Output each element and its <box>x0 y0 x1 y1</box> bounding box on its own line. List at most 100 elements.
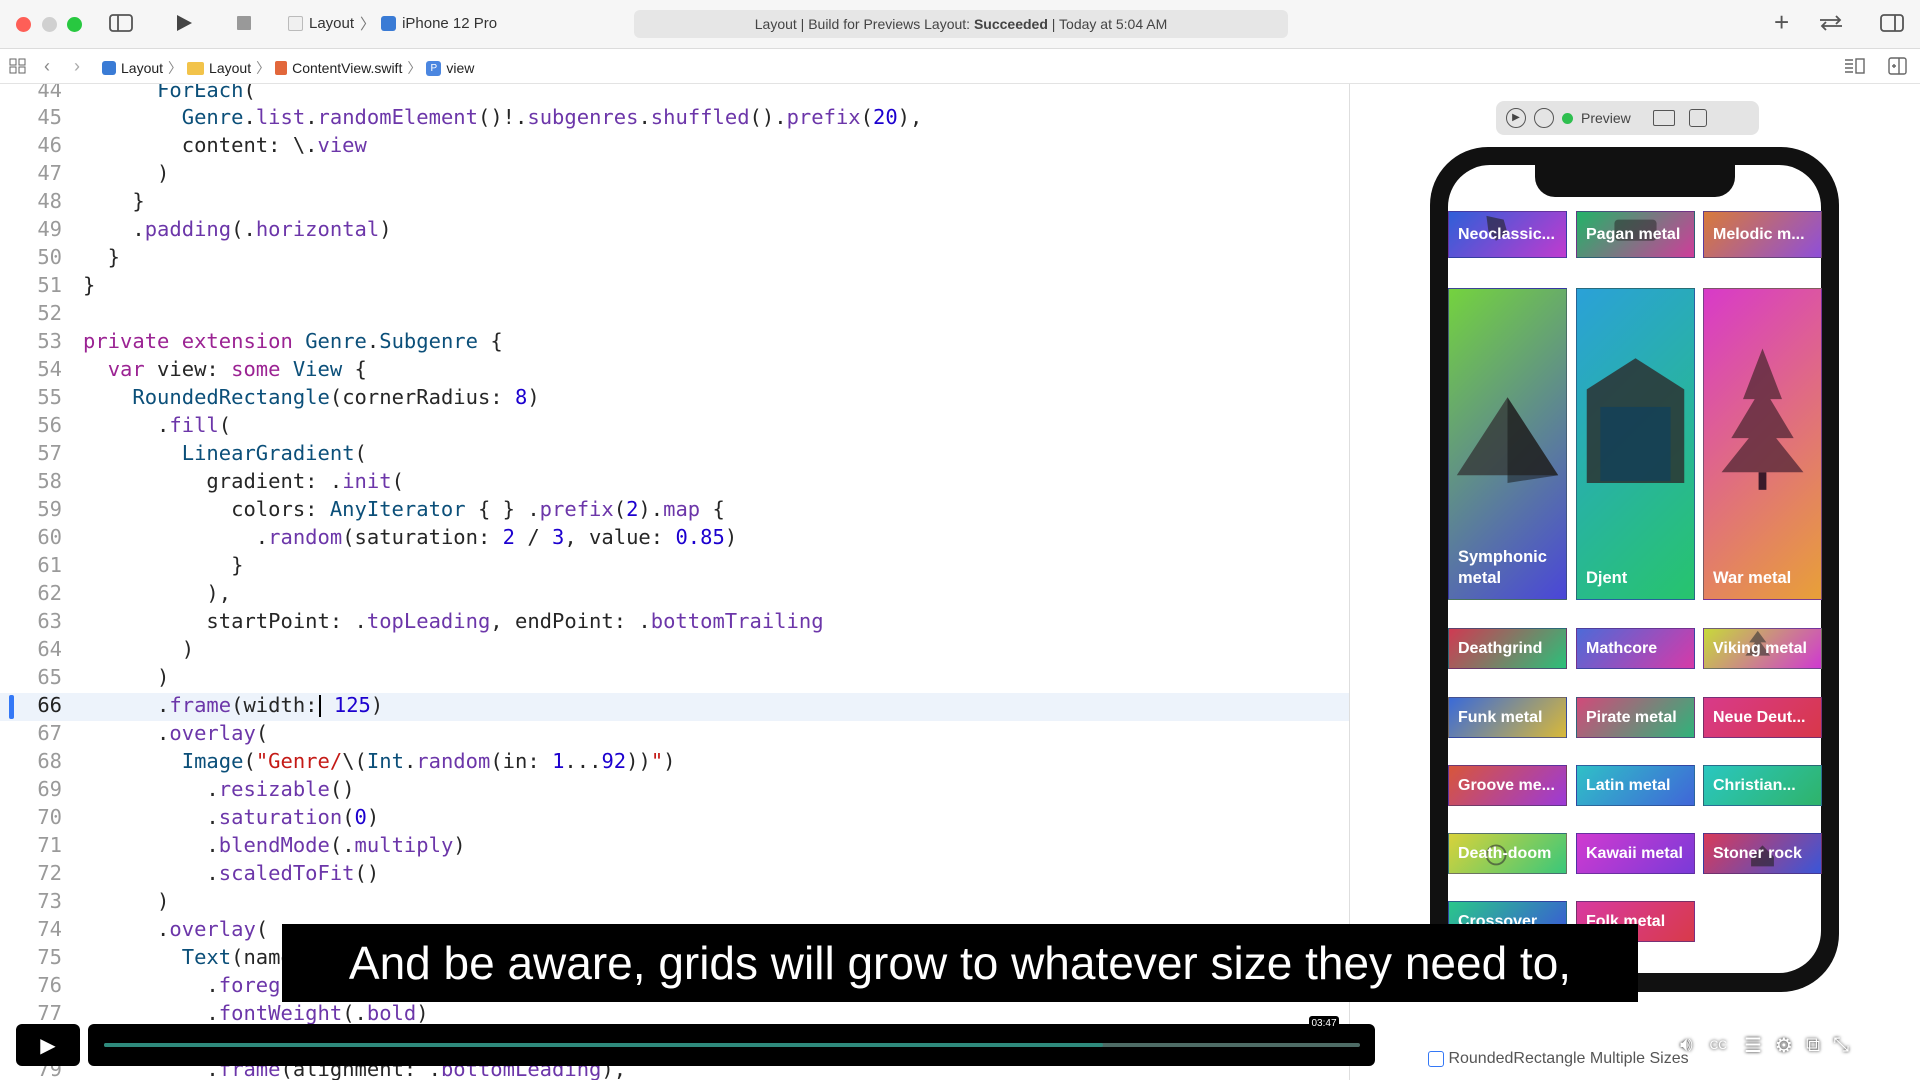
scheme-app-icon <box>288 16 303 31</box>
text-cursor <box>318 695 321 717</box>
genre-tile-label: Death-doom <box>1458 844 1552 862</box>
status-suffix: | Today at 5:04 AM <box>1047 16 1168 32</box>
genre-tile-label: Groove me... <box>1458 776 1555 794</box>
zoom-window-button[interactable] <box>67 17 82 32</box>
video-play-button[interactable]: ▶ <box>16 1024 80 1066</box>
genre-tile: Neoclassic... <box>1448 211 1567 258</box>
genre-tile-label: Latin metal <box>1586 776 1671 794</box>
code-line: 51} <box>37 273 96 297</box>
progress-track <box>104 1043 1360 1047</box>
status-result: Succeeded <box>973 16 1048 32</box>
minimize-window-button[interactable] <box>42 17 57 32</box>
code-review-icon[interactable] <box>1818 13 1844 37</box>
chevron-right-icon: 〉 <box>407 60 422 76</box>
preview-label[interactable]: Preview <box>1581 110 1631 126</box>
close-window-button[interactable] <box>16 17 31 32</box>
genre-tile: Symphonic metal <box>1448 288 1567 600</box>
code-line: 45 Genre.list.randomElement()!.subgenres… <box>37 105 923 129</box>
genre-tile: Funk metal <box>1448 697 1567 738</box>
live-preview-icon[interactable]: ▶ <box>1506 108 1526 128</box>
genre-tile-label: War metal <box>1713 569 1792 587</box>
genre-artwork-icon <box>1721 348 1804 490</box>
breadcrumb-project[interactable]: Layout <box>121 60 163 76</box>
add-icon[interactable]: + <box>1774 9 1789 35</box>
code-line: 76 .foregroundColor(.white) <box>37 973 502 997</box>
scheme-device-label: iPhone 12 Pro <box>402 15 498 32</box>
genre-tile-label: Neue Deut... <box>1713 708 1806 726</box>
code-line: 65 ) <box>37 665 170 689</box>
canvas-footer-label: RoundedRectangle Multiple Sizes <box>1448 1050 1689 1067</box>
xcode-toolbar: Layout 〉 iPhone 12 Pro Layout | Build fo… <box>0 0 1920 49</box>
picture-in-picture-icon[interactable]: ⧉ <box>1806 1034 1820 1057</box>
scheme-selector[interactable]: Layout 〉 iPhone 12 Pro <box>288 13 497 34</box>
breadcrumb-symbol[interactable]: view <box>446 60 474 76</box>
code-line: 46 content: \.view <box>37 133 367 157</box>
stop-button[interactable] <box>235 14 253 36</box>
forward-chevron-icon[interactable]: › <box>74 56 80 76</box>
run-button[interactable] <box>174 13 194 37</box>
back-chevron-icon[interactable]: ‹ <box>44 56 50 76</box>
code-line: 56 .fill( <box>37 413 232 437</box>
code-line: 61 } <box>37 553 244 577</box>
iphone-notch <box>1535 165 1735 197</box>
genre-tile-label: Symphonic metal <box>1458 548 1547 587</box>
fullscreen-icon[interactable]: ⤡ <box>1833 1034 1849 1057</box>
genre-tile-label: Djent <box>1586 569 1628 587</box>
video-progress-bar[interactable] <box>88 1024 1375 1066</box>
device-settings-icon[interactable] <box>1652 110 1675 126</box>
chevron-right-icon: 〉 <box>256 60 271 76</box>
player-control-icons: 🔊︎ CC ☰ ⚙ ⧉ ⤡ <box>1680 1028 1849 1062</box>
genre-tile-label: Neoclassic... <box>1458 225 1555 243</box>
settings-gear-icon[interactable]: ⚙ <box>1775 1033 1793 1058</box>
code-line: 73 ) <box>37 889 170 913</box>
genre-tile: Christian... <box>1703 765 1822 806</box>
related-items-icon[interactable] <box>9 58 27 80</box>
code-line: 69 .resizable() <box>37 777 355 801</box>
editor-options-icon[interactable] <box>1843 57 1865 79</box>
genre-tile-label: Funk metal <box>1458 708 1543 726</box>
code-line: 75 Text(name <box>37 945 293 969</box>
genre-tile: Djent <box>1576 288 1695 600</box>
chevron-right-icon: 〉 <box>360 16 376 33</box>
genre-tile: Viking metal <box>1703 628 1822 669</box>
rounded-rectangle-icon <box>1428 1050 1444 1067</box>
genre-tile-label: Mathcore <box>1586 639 1658 657</box>
genre-artwork-icon <box>1586 358 1685 483</box>
code-line: 77 .fontWeight(.bold) <box>37 1001 429 1025</box>
genre-tile-label: Stoner rock <box>1713 844 1802 862</box>
volume-icon[interactable]: 🔊︎ <box>1680 1034 1693 1057</box>
breadcrumb: Layout 〉 Layout 〉 ContentView.swift 〉 P … <box>102 58 474 78</box>
code-line: 48 } <box>37 189 145 213</box>
inspect-preview-icon[interactable] <box>1534 108 1554 128</box>
inspector-toggle-icon[interactable] <box>1880 13 1904 37</box>
preview-status-dot-icon <box>1562 112 1573 124</box>
code-line: 47 ) <box>37 161 170 185</box>
genre-tile: Neue Deut... <box>1703 697 1822 738</box>
xcode-device-icon <box>381 16 397 31</box>
genre-tile: Deathgrind <box>1448 628 1567 669</box>
code-line: 55 RoundedRectangle(cornerRadius: 8) <box>37 385 540 409</box>
code-line: 58 gradient: .init( <box>37 469 404 493</box>
genre-tile-label: Pagan metal <box>1586 225 1681 243</box>
code-line: 57 LinearGradient( <box>37 441 367 465</box>
code-line: 63 startPoint: .topLeading, endPoint: .b… <box>37 609 824 633</box>
genre-tile: Mathcore <box>1576 628 1695 669</box>
add-editor-icon[interactable] <box>1888 57 1908 79</box>
genre-tile: Melodic m... <box>1703 211 1822 258</box>
duplicate-preview-icon[interactable] <box>1688 109 1707 127</box>
genre-tile-label: Pirate metal <box>1586 708 1677 726</box>
transcript-icon[interactable]: ☰ <box>1744 1033 1762 1058</box>
genre-tile: Groove me... <box>1448 765 1567 806</box>
captions-icon[interactable]: CC <box>1705 1036 1731 1054</box>
genre-tile-label: Viking metal <box>1713 639 1807 657</box>
code-line: 74 .overlay( <box>37 917 269 941</box>
code-line-current: 66 .frame(width: 125) <box>37 693 384 717</box>
video-caption: And be aware, grids will grow to whateve… <box>282 924 1638 1002</box>
sidebar-toggle-icon[interactable] <box>109 13 133 37</box>
breadcrumb-group[interactable]: Layout <box>209 60 251 76</box>
progress-fill <box>104 1043 1103 1047</box>
code-line: 54 var view: some View { <box>37 357 367 381</box>
scheme-project-label: Layout <box>309 15 355 32</box>
code-line: 62 ), <box>37 581 232 605</box>
breadcrumb-file[interactable]: ContentView.swift <box>292 60 402 76</box>
